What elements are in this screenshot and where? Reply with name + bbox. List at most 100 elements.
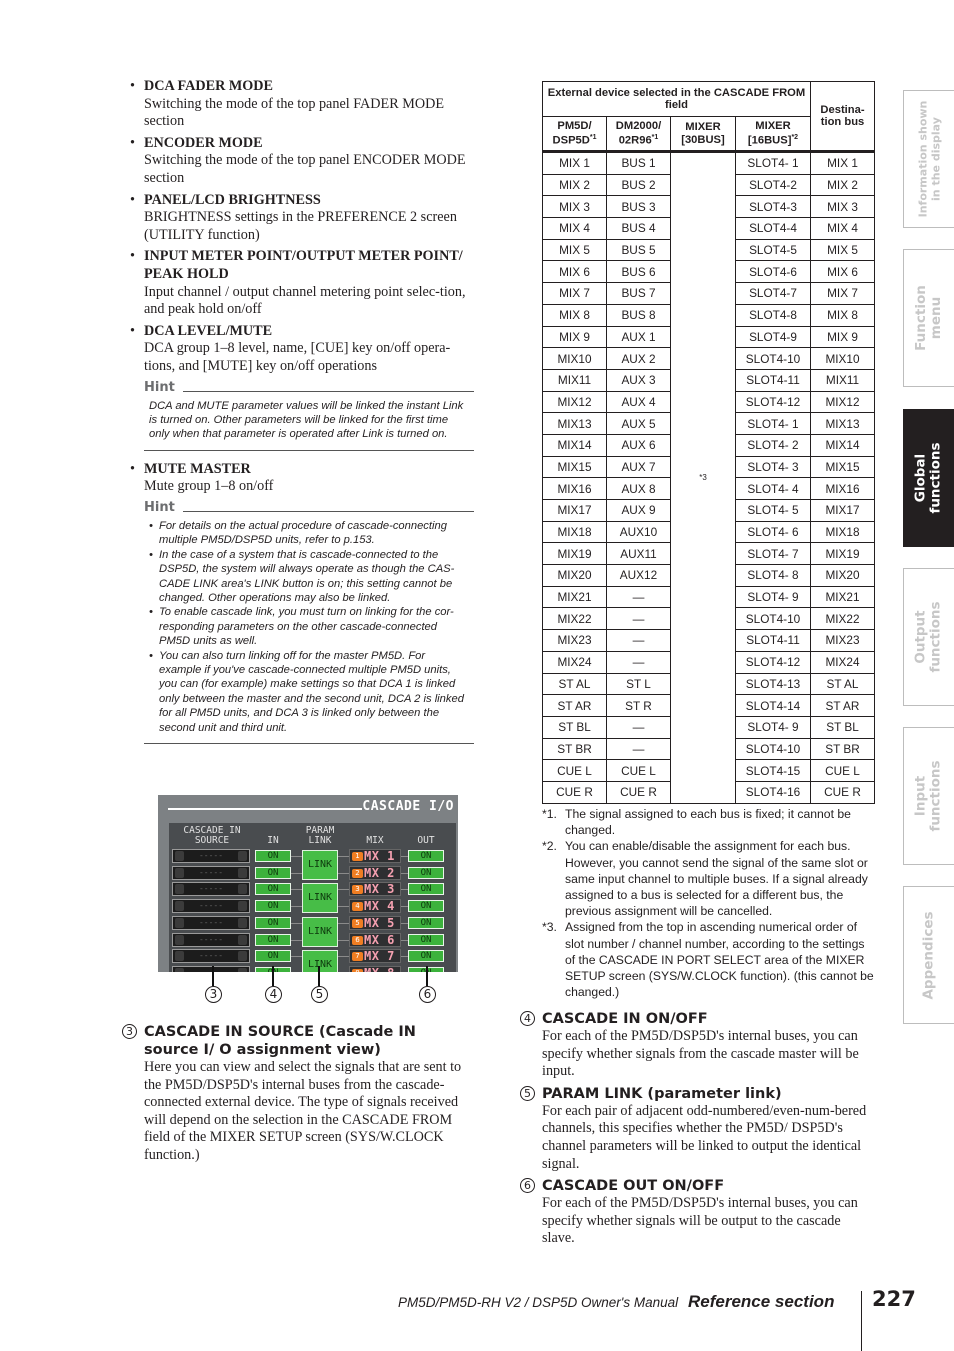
- cascade-out-on-button[interactable]: ON: [408, 850, 444, 862]
- side-tab-label: Global functions: [913, 442, 945, 514]
- cell-dm2000: AUX 7: [606, 455, 671, 479]
- cell-mixer-16bus: SLOT4-10: [735, 737, 811, 761]
- bullet-title: PANEL/LCD BRIGHTNESS: [144, 191, 321, 208]
- cascade-out-on-button[interactable]: ON: [408, 900, 444, 913]
- cell-dm2000: AUX 8: [606, 477, 671, 500]
- cell-dm2000: —: [606, 715, 671, 739]
- cell-mixer-16bus: SLOT4-7: [735, 282, 811, 305]
- param-link-button[interactable]: LINK: [302, 850, 338, 880]
- header-mix: MIX: [366, 835, 384, 846]
- cascade-in-source-selector[interactable]: -----: [172, 899, 250, 914]
- cascade-in-source-selector[interactable]: -----: [172, 882, 250, 897]
- section-heading: 6 CASCADE OUT ON/OFF: [518, 1177, 874, 1195]
- bullet-mute-master: • MUTE MASTER Mute group 1–8 on/off: [128, 461, 474, 496]
- cell-dm2000: BUS 3: [606, 195, 671, 219]
- connector-line: [338, 872, 349, 874]
- bullet-title: MUTE MASTER: [144, 460, 251, 477]
- section-body: Here you can view and select the signals…: [144, 1059, 462, 1163]
- cascade-in-on-button[interactable]: ON: [255, 866, 291, 879]
- section-body: For each pair of adjacent odd-numbered/e…: [542, 1102, 867, 1172]
- mix-name: MX 8: [364, 966, 395, 972]
- cascade-in-on-button[interactable]: ON: [255, 883, 291, 896]
- cell-destination: MIX24: [810, 650, 875, 674]
- cell-destination: MIX 2: [810, 173, 875, 197]
- cell-destination: ST BR: [810, 737, 875, 761]
- mix-number-badge: 6: [352, 935, 363, 945]
- cell-pm5d: MIX16: [542, 477, 607, 500]
- cell-dm2000: AUX11: [606, 542, 671, 566]
- cascade-in-on-button[interactable]: ON: [255, 916, 291, 929]
- cascade-in-on-button[interactable]: ON: [255, 950, 291, 963]
- cell-mixer-16bus: SLOT4-13: [735, 672, 811, 696]
- cascade-out-on-button[interactable]: ON: [408, 916, 444, 929]
- header-out: OUT: [417, 835, 435, 846]
- cell-mixer-16bus: SLOT4- 3: [735, 455, 811, 479]
- cell-pm5d: ST AR: [542, 694, 607, 717]
- param-link-button[interactable]: LINK: [302, 950, 338, 972]
- cell-destination: MIX17: [810, 499, 875, 522]
- cell-mixer-16bus: SLOT4-12: [735, 390, 811, 414]
- cell-destination: MIX18: [810, 520, 875, 544]
- cascade-in-on-button[interactable]: ON: [255, 933, 291, 946]
- cell-dm2000: AUX 3: [606, 368, 671, 392]
- callout-leader-line: [318, 966, 320, 986]
- cell-destination: ST BL: [810, 715, 875, 739]
- column-label: MIXER [16BUS]: [747, 119, 792, 147]
- cascade-in-source-selector[interactable]: -----: [172, 915, 250, 930]
- cell-mixer-16bus: SLOT4-11: [735, 368, 811, 392]
- param-link-button[interactable]: LINK: [302, 916, 338, 947]
- cascade-in-source-selector[interactable]: -----: [172, 949, 250, 964]
- connector-line: [401, 889, 408, 891]
- cell-pm5d: CUE L: [542, 759, 607, 782]
- side-tab-information-shown[interactable]: Information shown in the display: [903, 90, 954, 228]
- cell-dm2000: AUX 1: [606, 325, 671, 349]
- cascade-out-on-button[interactable]: ON: [408, 883, 444, 896]
- cascade-assignment-table: External device selected in the CASCADE …: [542, 81, 875, 804]
- cascade-in-source-selector[interactable]: -----: [172, 932, 250, 947]
- cell-pm5d: MIX17: [542, 499, 607, 522]
- cell-destination: MIX 1: [810, 151, 875, 175]
- callout-leader-line: [272, 966, 274, 986]
- cell-mixer-30bus: *3: [670, 151, 736, 804]
- cascade-io-screenshot: CASCADE I/O CASCADE IN SOURCE IN PARAM L…: [158, 795, 458, 972]
- header-cascade-in-source: CASCADE IN SOURCE: [183, 825, 241, 846]
- cascade-out-on-button[interactable]: ON: [408, 950, 444, 963]
- section-heading-text: CASCADE OUT ON/OFF: [542, 1178, 725, 1195]
- section-heading: 3 CASCADE IN SOURCE (Cascade IN source I/…: [122, 1023, 474, 1059]
- side-tab-label: Input functions: [913, 760, 945, 832]
- cell-destination: MIX 4: [810, 217, 875, 240]
- param-link-button[interactable]: LINK: [302, 883, 338, 914]
- cascade-in-on-button[interactable]: ON: [255, 850, 291, 862]
- cascade-out-on-button[interactable]: ON: [408, 866, 444, 879]
- hint-label: Hint: [144, 379, 175, 395]
- side-tab-input[interactable]: Input functions: [903, 727, 954, 865]
- connector-line: [291, 939, 302, 941]
- cell-pm5d: MIX 5: [542, 238, 607, 262]
- side-tab-label: Appendices: [920, 910, 937, 1000]
- cell-dm2000: BUS 8: [606, 303, 671, 327]
- connector-line: [338, 856, 349, 857]
- cell-pm5d: MIX12: [542, 390, 607, 414]
- side-tab-function[interactable]: Function menu: [903, 249, 954, 387]
- callout-leader-line: [426, 966, 428, 986]
- cascade-out-on-button[interactable]: ON: [408, 933, 444, 946]
- cell-dm2000: AUX 6: [606, 433, 671, 457]
- cascade-in-on-button[interactable]: ON: [255, 900, 291, 913]
- footer-section: Reference section: [688, 1292, 835, 1311]
- mix-name: MX 3: [364, 882, 395, 897]
- mix-channel-label: 3 MX 3: [349, 882, 401, 897]
- cascade-in-source-selector[interactable]: -----: [172, 849, 250, 863]
- cascade-in-source-selector[interactable]: -----: [172, 965, 250, 972]
- side-tab-appendices[interactable]: Appendices: [903, 886, 954, 1024]
- section-body: For each of the PM5D/DSP5D's internal bu…: [542, 1195, 858, 1247]
- side-tab-global[interactable]: Global functions: [903, 409, 954, 547]
- cell-destination: MIX10: [810, 347, 875, 370]
- mix-number-badge: 7: [352, 952, 363, 962]
- cascade-in-source-selector[interactable]: -----: [172, 865, 250, 880]
- side-tab-output[interactable]: Output functions: [903, 568, 954, 706]
- cell-dm2000: AUX 4: [606, 390, 671, 414]
- cell-dm2000: —: [606, 607, 671, 631]
- hint-item: To enable cascade link, you must turn on…: [149, 605, 470, 648]
- cell-dm2000: —: [606, 585, 671, 609]
- page-number: 227: [872, 1287, 916, 1311]
